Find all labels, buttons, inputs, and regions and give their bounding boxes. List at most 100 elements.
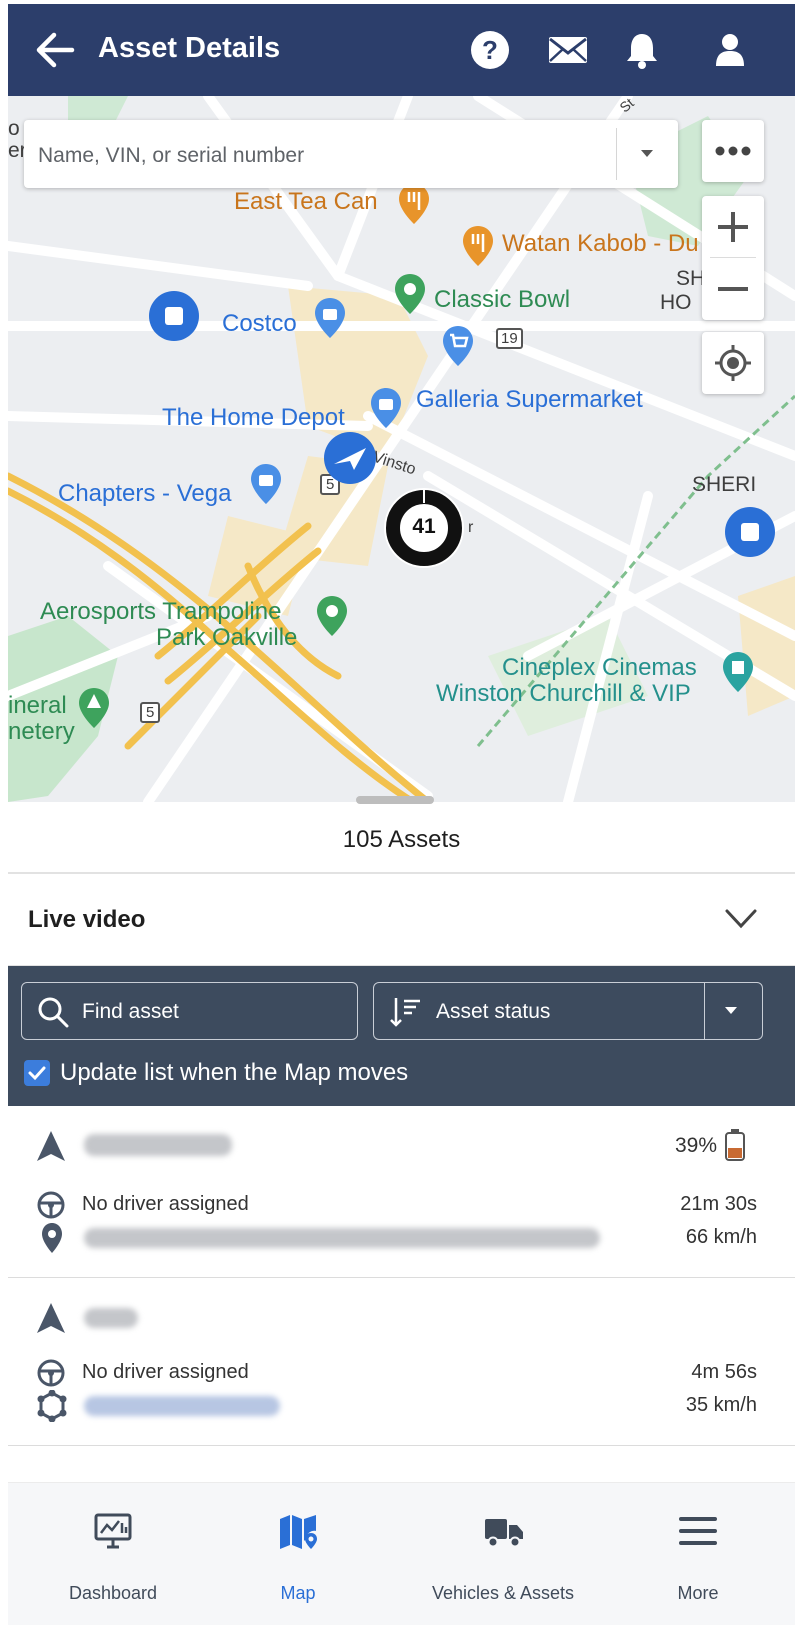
stopped-asset-marker-icon[interactable] (724, 506, 776, 558)
menu-icon (679, 1517, 717, 1545)
user-icon[interactable] (708, 28, 752, 72)
driver-status: No driver assigned (82, 1361, 249, 1383)
map-label-sh: SH (676, 267, 706, 290)
chevron-down-icon[interactable] (724, 908, 758, 930)
update-list-label: Update list when the Map moves (60, 1059, 409, 1086)
battery-percent: 39% (674, 1134, 717, 1157)
map-label-dr: r (468, 519, 474, 536)
moving-asset-marker-icon[interactable] (322, 430, 378, 486)
asset-speed: 66 km/h (685, 1226, 757, 1248)
search-icon (38, 997, 69, 1028)
asset-count: 105 Assets (8, 804, 795, 874)
map-icon (280, 1515, 317, 1549)
search-dropdown-caret-icon[interactable] (640, 149, 654, 159)
dashboard-icon (94, 1513, 132, 1549)
nav-dashboard[interactable]: Dashboard (38, 1483, 188, 1625)
steering-wheel-icon (37, 1359, 65, 1387)
live-video-section[interactable]: Live video (8, 876, 795, 966)
shopping-pin-icon[interactable] (248, 462, 284, 506)
grocery-pin-icon[interactable] (440, 324, 476, 368)
map-label-aerosports: Aerosports Trampoline (40, 598, 282, 625)
map-label-aerosports-2: Park Oakville (156, 624, 298, 651)
nav-map-label: Map (280, 1583, 316, 1603)
road-shield-5-south: 5 (140, 702, 161, 723)
bell-icon[interactable] (620, 28, 664, 72)
map-label-cemetery: netery (8, 718, 75, 745)
more-icon (715, 146, 751, 156)
asset-list-item[interactable]: No driver assigned 4m 56s 35 km/h (8, 1278, 795, 1446)
nav-vehicles-assets[interactable]: Vehicles & Assets (403, 1483, 603, 1625)
more-options-button[interactable] (702, 120, 764, 182)
asset-search-field[interactable]: Name, VIN, or serial number (24, 120, 678, 188)
nav-dashboard-label: Dashboard (68, 1583, 158, 1603)
zoom-in-icon[interactable] (702, 196, 764, 258)
sort-icon (390, 998, 420, 1027)
geofence-icon (37, 1390, 67, 1422)
update-list-checkbox[interactable] (24, 1060, 50, 1086)
shopping-pin-icon[interactable] (368, 386, 404, 430)
sheet-drag-handle[interactable] (356, 796, 434, 804)
page-title: Asset Details (98, 32, 281, 64)
svg-text:?: ? (482, 35, 498, 65)
road-shield-19: 19 (496, 328, 523, 349)
redacted-asset-name (84, 1134, 232, 1156)
map-label-watan-kabob: Watan Kabob - Du (502, 230, 699, 257)
live-video-label: Live video (28, 906, 146, 933)
cemetery-pin-icon[interactable] (76, 686, 112, 730)
trip-duration: 4m 56s (691, 1361, 757, 1383)
filter-panel: Find asset Asset status Update list when… (8, 966, 795, 1106)
navigation-arrow-icon (37, 1131, 65, 1161)
shopping-pin-icon[interactable] (312, 296, 348, 340)
map-label-cineplex: Cineplex Cinemas (502, 654, 697, 681)
redacted-geofence (84, 1396, 280, 1416)
caret-down-icon (725, 1007, 737, 1014)
place-pin-icon[interactable] (314, 594, 350, 638)
restaurant-pin-icon[interactable] (396, 182, 432, 226)
checkmark-icon (28, 1066, 46, 1081)
map-label-edge-1: o (8, 117, 20, 140)
search-placeholder: Name, VIN, or serial number (38, 144, 305, 167)
asset-list-item[interactable]: 39% No driver assigned 21m 30s 66 km/h (8, 1106, 795, 1278)
my-location-button[interactable] (702, 332, 764, 394)
trip-duration: 21m 30s (680, 1193, 757, 1215)
asset-status-label: Asset status (436, 1000, 551, 1023)
redacted-address (84, 1228, 600, 1248)
map-label-ho: HO (660, 291, 692, 314)
map-label-east-tea-can: East Tea Can (234, 188, 378, 215)
place-pin-icon[interactable] (392, 272, 428, 316)
nav-vehicles-label: Vehicles & Assets (431, 1583, 575, 1603)
stopped-asset-marker-icon[interactable] (148, 290, 200, 342)
mail-icon[interactable] (546, 28, 590, 72)
help-icon[interactable]: ? (468, 28, 512, 72)
map-label-galleria: Galleria Supermarket (416, 386, 643, 413)
asset-speed: 35 km/h (685, 1394, 757, 1416)
top-app-bar: Asset Details ? (8, 4, 795, 96)
steering-wheel-icon (37, 1191, 65, 1219)
asset-cluster[interactable]: 41 (382, 486, 466, 570)
find-asset-input[interactable]: Find asset (21, 982, 358, 1040)
nav-map[interactable]: Map (248, 1483, 348, 1625)
driver-status: No driver assigned (82, 1193, 249, 1215)
map-label-home-depot: The Home Depot (162, 404, 345, 431)
nav-more-label: More (677, 1583, 719, 1603)
map-view[interactable]: East Tea Can Watan Kabob - Du Classic Bo… (8, 96, 795, 802)
nav-more[interactable]: More (648, 1483, 748, 1625)
zoom-controls (702, 196, 764, 320)
location-pin-icon (42, 1223, 62, 1253)
bottom-navigation: Dashboard Map Vehicles & Assets More (8, 1482, 795, 1625)
map-label-classic-bowl: Classic Bowl (434, 286, 571, 313)
cinema-pin-icon[interactable] (720, 650, 756, 694)
redacted-asset-name (84, 1308, 138, 1328)
back-arrow-icon[interactable] (32, 30, 78, 70)
asset-status-divider (704, 983, 705, 1039)
map-label-funeral: ineral (8, 692, 67, 719)
zoom-out-icon[interactable] (702, 258, 764, 320)
asset-status-dropdown[interactable]: Asset status (373, 982, 763, 1040)
map-label-sheridan: SHERI (692, 473, 757, 496)
restaurant-pin-icon[interactable] (460, 224, 496, 268)
locate-icon (715, 345, 751, 381)
app-root: Asset Details ? East Tea Can Watan Kabob… (8, 4, 795, 1625)
battery-icon (725, 1129, 745, 1161)
find-asset-placeholder: Find asset (82, 1000, 179, 1023)
map-label-chapters: Chapters - Vega (58, 480, 232, 507)
